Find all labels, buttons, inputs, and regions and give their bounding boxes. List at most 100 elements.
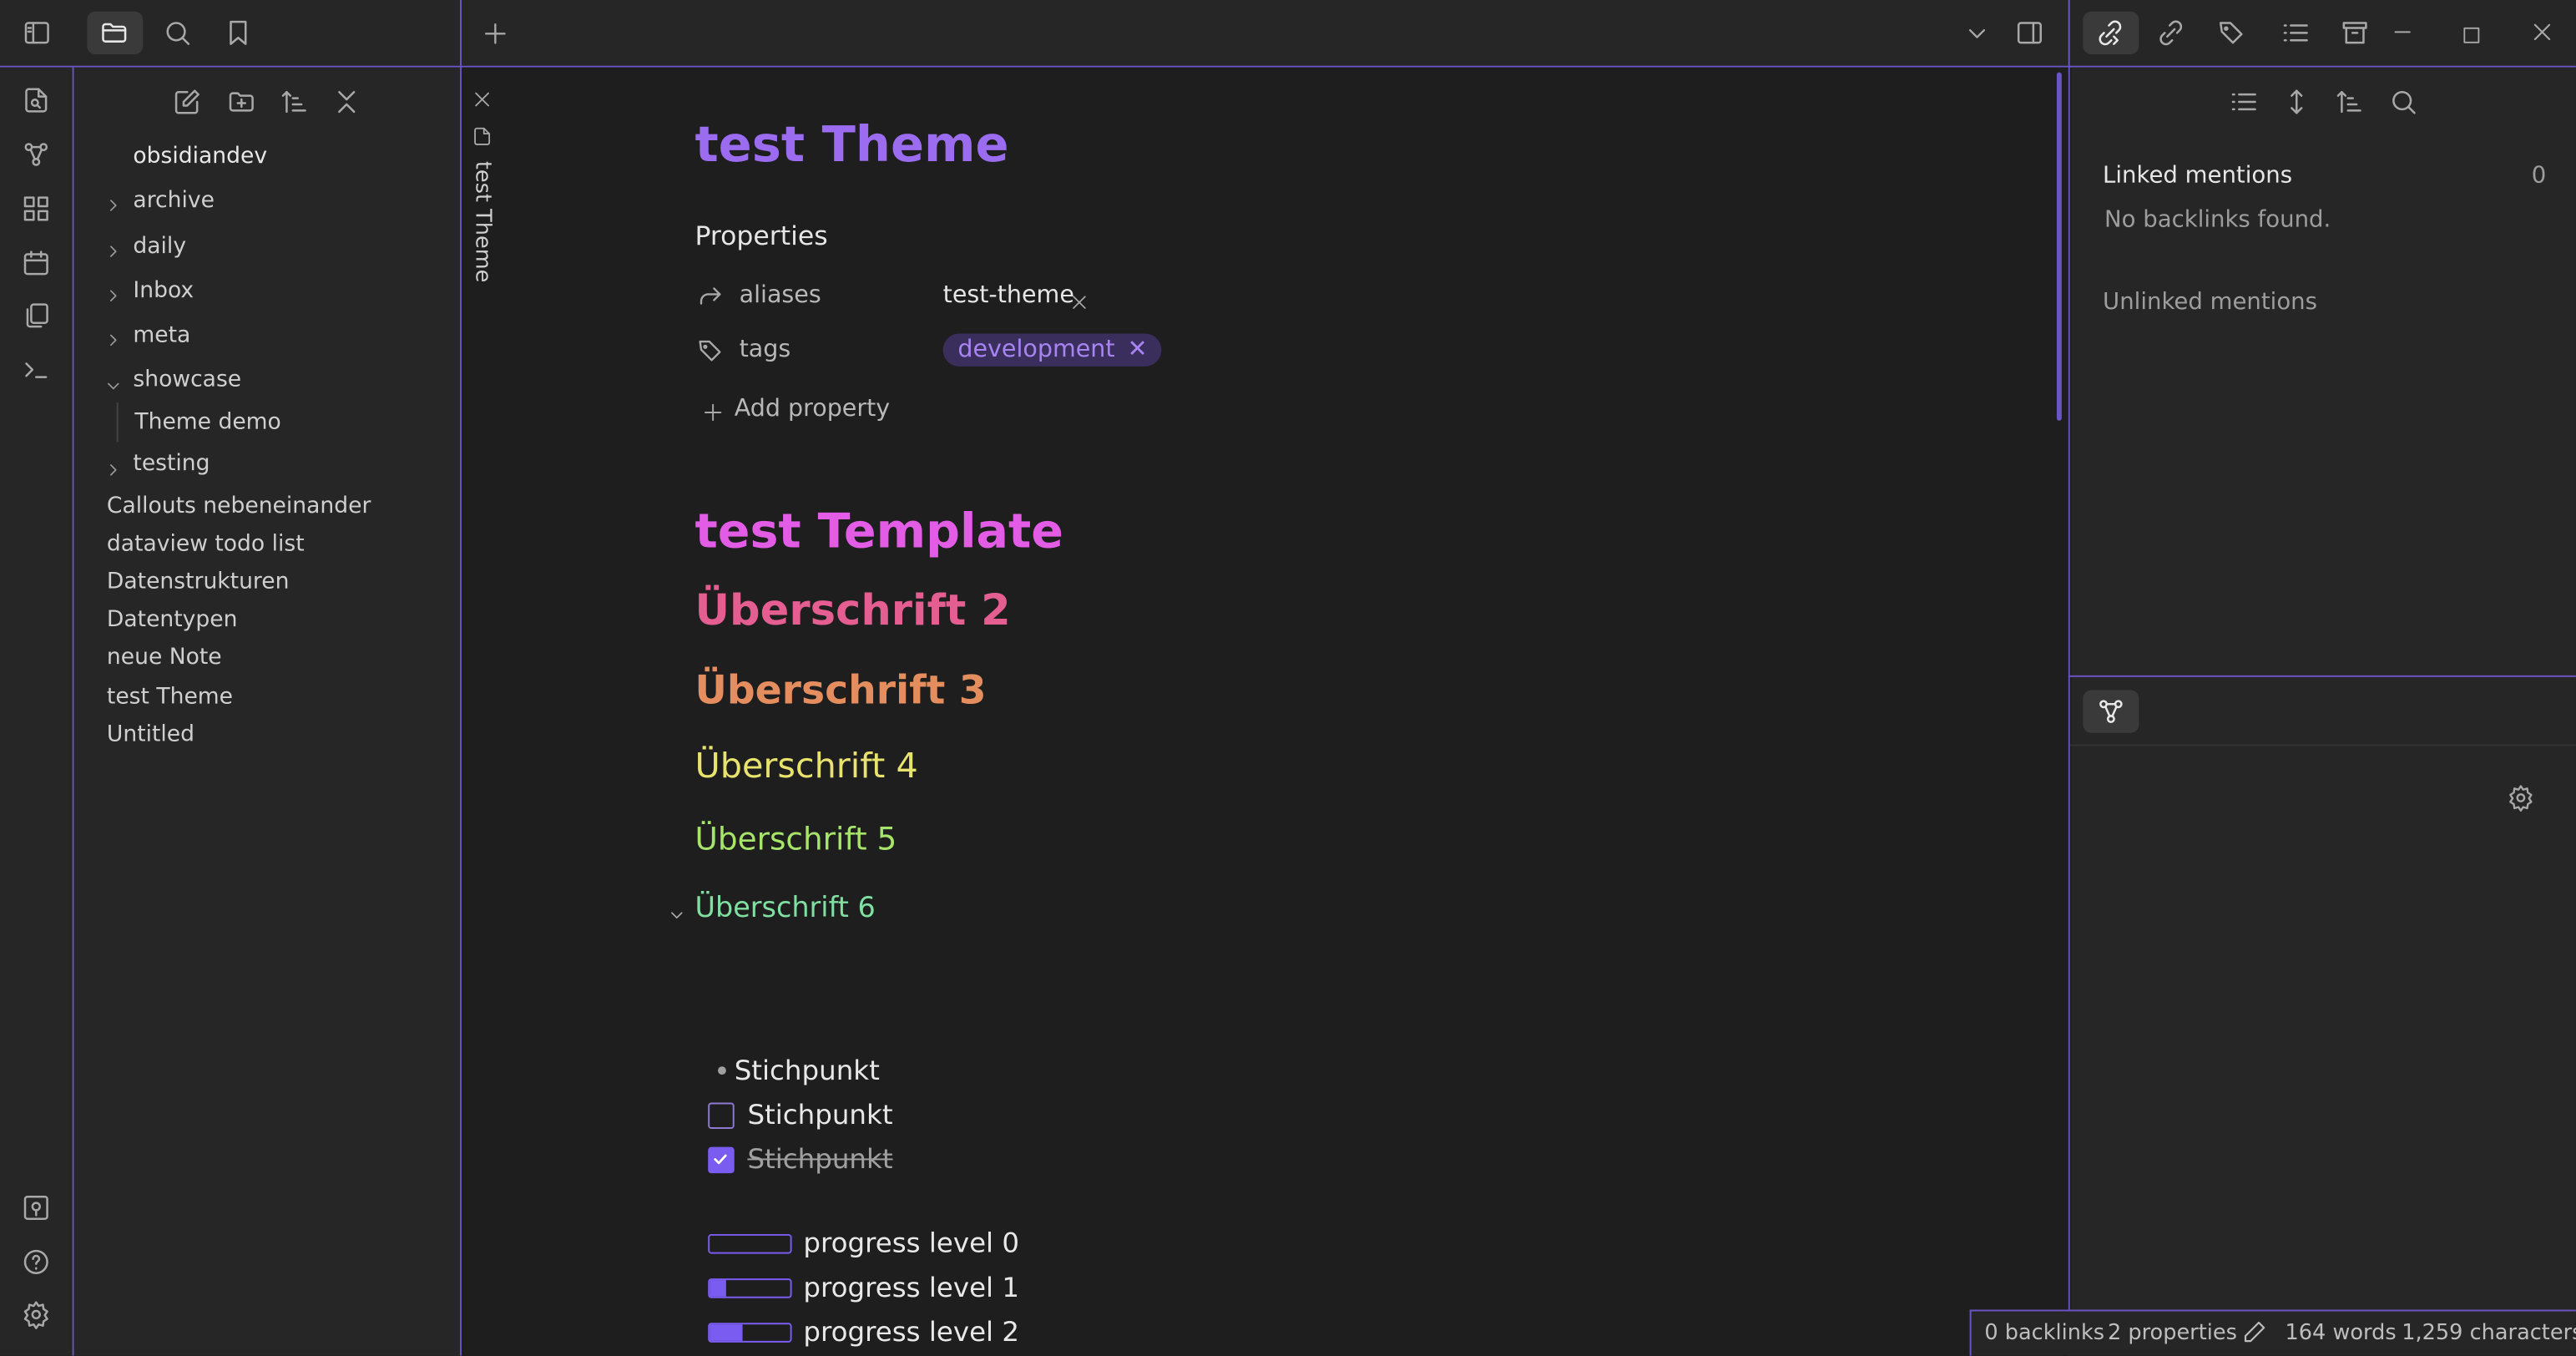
file-item[interactable]: Untitled: [107, 721, 194, 747]
chevron-right-icon[interactable]: [104, 326, 124, 347]
file-item[interactable]: Callouts nebeneinander: [107, 493, 371, 519]
settings-icon[interactable]: [22, 1300, 51, 1329]
chevron-right-icon[interactable]: [104, 190, 124, 211]
tags-icon: [696, 336, 724, 364]
folder-icon[interactable]: [98, 18, 129, 48]
calendar-icon[interactable]: [22, 248, 51, 277]
file-item[interactable]: dataview todo list: [107, 531, 305, 557]
property-key-tags[interactable]: tags: [740, 336, 791, 362]
heading-6[interactable]: Überschrift 6: [695, 893, 875, 925]
status-properties[interactable]: 2 properties: [2108, 1321, 2237, 1346]
chevron-right-icon[interactable]: [104, 236, 124, 257]
status-word-count: 164 words: [2285, 1321, 2397, 1346]
vertical-tab-title[interactable]: test Theme: [470, 161, 495, 283]
close-tab-icon[interactable]: [472, 85, 493, 107]
sort-icon[interactable]: [280, 87, 309, 116]
file-theme-demo[interactable]: Theme demo: [134, 409, 280, 435]
bullet-item[interactable]: Stichpunkt: [735, 1055, 880, 1085]
fold-chevron-icon[interactable]: [667, 900, 687, 920]
chevron-down-icon[interactable]: [104, 372, 124, 392]
outline-icon[interactable]: [2281, 18, 2311, 48]
task-item-done[interactable]: Stichpunkt: [747, 1144, 892, 1175]
bullet-dot: [718, 1066, 726, 1075]
heading-3[interactable]: Überschrift 3: [695, 667, 986, 713]
folder-daily[interactable]: daily: [133, 233, 186, 259]
search-icon[interactable]: [163, 18, 192, 48]
status-backlinks[interactable]: 0 backlinks: [1984, 1321, 2104, 1346]
divider: [2068, 0, 2070, 1356]
terminal-icon[interactable]: [22, 355, 51, 384]
sort-icon[interactable]: [2335, 87, 2364, 116]
collapse-all-icon[interactable]: [332, 87, 361, 116]
templates-icon[interactable]: [22, 301, 51, 330]
progress-label: progress level 2: [803, 1316, 1020, 1348]
tag-label: development: [957, 336, 1115, 363]
properties-heading[interactable]: Properties: [695, 220, 827, 251]
tag-pill[interactable]: development ✕: [942, 333, 1163, 367]
file-item[interactable]: Datenstrukturen: [107, 569, 290, 595]
backlinks-icon[interactable]: [2094, 18, 2125, 48]
note-title[interactable]: test Theme: [695, 117, 1008, 175]
remove-alias-icon[interactable]: [1069, 287, 1089, 309]
property-key-aliases[interactable]: aliases: [740, 282, 821, 308]
linked-mentions-heading[interactable]: Linked mentions: [2103, 163, 2292, 189]
sidebar-toggle-icon[interactable]: [22, 18, 53, 48]
graph-view-icon[interactable]: [22, 139, 51, 169]
help-icon[interactable]: [22, 1247, 51, 1277]
heading-1[interactable]: test Template: [695, 503, 1063, 559]
heading-5[interactable]: Überschrift 5: [695, 822, 897, 858]
minimize-icon[interactable]: [2390, 20, 2415, 45]
chevron-down-icon[interactable]: [1963, 20, 1991, 48]
folder-inbox[interactable]: Inbox: [133, 278, 194, 304]
pencil-icon[interactable]: [2242, 1319, 2267, 1344]
folder-meta[interactable]: meta: [133, 322, 190, 348]
folder-showcase[interactable]: showcase: [133, 367, 241, 392]
search-icon[interactable]: [2388, 87, 2417, 116]
editor-scrollbar[interactable]: [2056, 72, 2062, 421]
task-item[interactable]: Stichpunkt: [747, 1100, 892, 1131]
right-sidebar-toggle-icon[interactable]: [2014, 18, 2045, 48]
close-window-icon[interactable]: [2530, 20, 2555, 45]
graph-view-icon[interactable]: [2096, 696, 2125, 726]
plus-icon[interactable]: [701, 399, 725, 422]
chevron-right-icon[interactable]: [104, 455, 124, 476]
progress-bar: [708, 1233, 792, 1254]
quick-switcher-icon[interactable]: [22, 85, 51, 114]
plus-icon[interactable]: [482, 20, 509, 48]
progress-fill: [710, 1280, 726, 1297]
heading-4[interactable]: Überschrift 4: [695, 746, 917, 785]
task-checkbox-checked[interactable]: [708, 1146, 735, 1174]
unlinked-mentions-heading[interactable]: Unlinked mentions: [2103, 289, 2317, 315]
chevron-right-icon[interactable]: [104, 281, 124, 301]
no-backlinks-text: No backlinks found.: [2104, 206, 2331, 234]
progress-bar: [708, 1278, 792, 1298]
new-folder-icon[interactable]: [227, 87, 256, 116]
right-sidebar: [2071, 67, 2576, 1356]
status-char-count: 1,259 characters: [2402, 1321, 2576, 1346]
progress-label: progress level 0: [803, 1227, 1020, 1259]
canvas-icon[interactable]: [22, 194, 51, 223]
progress-bar: [708, 1323, 792, 1343]
graph-settings-icon[interactable]: [2507, 784, 2534, 812]
new-note-icon[interactable]: [173, 87, 202, 116]
vault-switcher-icon[interactable]: [22, 1193, 51, 1222]
archive-icon[interactable]: [2339, 18, 2370, 48]
remove-tag-icon[interactable]: ✕: [1128, 336, 1148, 362]
property-value-aliases[interactable]: test-theme: [943, 282, 1074, 308]
maximize-icon[interactable]: [2461, 22, 2483, 43]
folder-testing[interactable]: testing: [133, 450, 210, 476]
folder-archive[interactable]: archive: [133, 187, 215, 213]
outgoing-links-icon[interactable]: [2155, 18, 2186, 48]
tags-icon[interactable]: [2216, 18, 2247, 48]
vault-root[interactable]: obsidiandev: [133, 143, 267, 169]
list-icon[interactable]: [2230, 87, 2259, 116]
bookmark-icon[interactable]: [224, 18, 253, 48]
file-item[interactable]: Datentypen: [107, 606, 238, 632]
task-checkbox[interactable]: [708, 1102, 735, 1130]
file-item[interactable]: test Theme: [107, 684, 233, 710]
expand-icon[interactable]: [2282, 87, 2311, 116]
linked-mentions-count: 0: [2531, 162, 2547, 190]
heading-2[interactable]: Überschrift 2: [695, 587, 1010, 636]
file-item[interactable]: neue Note: [107, 644, 222, 670]
add-property-button[interactable]: Add property: [735, 396, 890, 422]
